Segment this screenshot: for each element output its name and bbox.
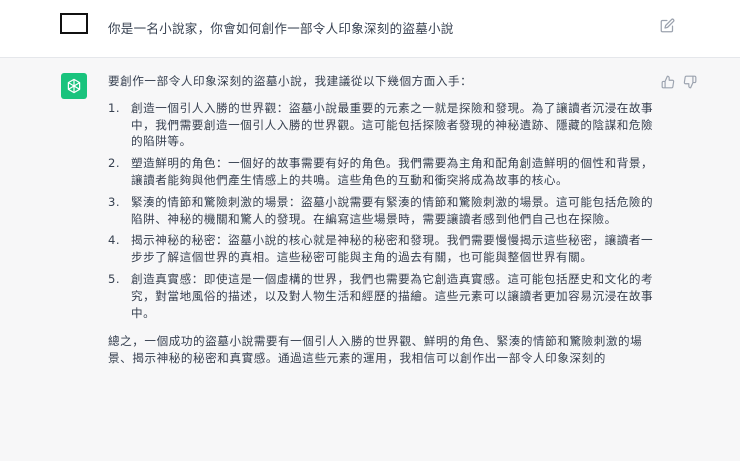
assistant-message-content: 要創作一部令人印象深刻的盜墓小說，我建議從以下幾個方面入手： 1. 創造一個引人入… [108,73,656,367]
user-avatar [60,13,88,34]
user-message-row: 你是一名小說家，你會如何創作一部令人印象深刻的盜墓小說 [0,0,740,58]
list-number: 2. [108,156,121,171]
user-message-text: 你是一名小說家，你會如何創作一部令人印象深刻的盜墓小說 [108,21,454,36]
list-item-text: 塑造鮮明的角色：一個好的故事需要有好的角色。我們需要為主角和配角創造鮮明的個性和… [131,156,654,187]
edit-icon[interactable] [660,18,675,33]
list-number: 4. [108,233,121,248]
list-item: 3. 緊湊的情節和驚險刺激的場景：盜墓小說需要有緊湊的情節和驚險刺激的場景。這可能… [108,194,656,228]
assistant-intro: 要創作一部令人印象深刻的盜墓小說，我建議從以下幾個方面入手： [108,74,473,88]
list-item: 4. 揭示神秘的秘密：盜墓小說的核心就是神秘的秘密和發現。我們需要慢慢揭示這些秘密… [108,232,656,266]
list-number: 5. [108,271,121,286]
assistant-message-row: 要創作一部令人印象深刻的盜墓小說，我建議從以下幾個方面入手： 1. 創造一個引人入… [0,58,740,461]
list-item-text: 創造一個引人入勝的世界觀：盜墓小說最重要的元素之一就是探險和發現。為了讓讀者沉浸… [131,100,654,149]
assistant-list: 1. 創造一個引人入勝的世界觀：盜墓小說最重要的元素之一就是探險和發現。為了讓讀者… [108,100,656,322]
openai-logo-icon [67,78,81,94]
assistant-summary: 總之，一個成功的盜墓小說需要有一個引人入勝的世界觀、鮮明的角色、緊湊的情節和驚險… [108,334,643,366]
list-item-text: 緊湊的情節和驚險刺激的場景：盜墓小說需要有緊湊的情節和驚險刺激的場景。這可能包括… [131,194,654,226]
list-item-text: 創造真實感：即使這是一個虛構的世界，我們也需要為它創造真實感。這可能包括歷史和文… [131,271,654,320]
thumbs-down-icon[interactable] [683,75,697,89]
list-item: 2. 塑造鮮明的角色：一個好的故事需要有好的角色。我們需要為主角和配角創造鮮明的個… [108,155,656,189]
list-number: 1. [108,100,121,115]
assistant-avatar [61,73,87,99]
list-item: 1. 創造一個引人入勝的世界觀：盜墓小說最重要的元素之一就是探險和發現。為了讓讀者… [108,100,656,150]
list-number: 3. [108,194,121,209]
thumbs-up-icon[interactable] [661,75,675,89]
list-item: 5. 創造真實感：即使這是一個虛構的世界，我們也需要為它創造真實感。這可能包括歷史… [108,271,656,321]
list-item-text: 揭示神秘的秘密：盜墓小說的核心就是神秘的秘密和發現。我們需要慢慢揭示這些秘密，讓… [131,233,654,265]
